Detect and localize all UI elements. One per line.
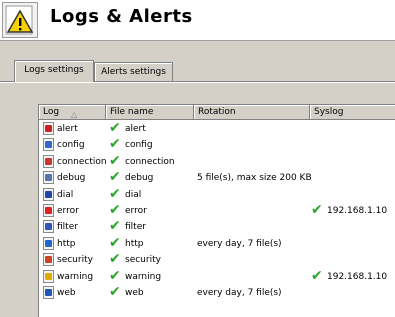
logs-grid: Log △ File name Rotation Syslog alert ✔ al… xyxy=(38,104,395,317)
dial-icon xyxy=(43,187,54,201)
file-name-cell: config xyxy=(125,140,153,151)
syslog-check-icon[interactable]: ✔ xyxy=(311,268,323,284)
tab-alerts-settings[interactable]: Alerts settings xyxy=(94,62,173,81)
check-icon[interactable]: ✔ xyxy=(109,251,121,267)
warning-icon xyxy=(2,2,38,38)
error-icon xyxy=(43,204,54,217)
log-name-cell: connection xyxy=(57,156,107,167)
debug-icon xyxy=(43,171,54,185)
file-name-cell: alert xyxy=(125,124,146,134)
check-icon[interactable]: ✔ xyxy=(109,284,121,300)
table-row[interactable]: error ✔ error ✔ 192.168.1.10 xyxy=(39,202,395,219)
column-header-file-name[interactable]: File name xyxy=(106,105,194,120)
web-icon xyxy=(43,286,54,299)
file-name-cell: error xyxy=(125,206,147,216)
file-name-cell: connection xyxy=(125,156,175,167)
tab-logs-settings[interactable]: Logs settings xyxy=(14,60,94,82)
log-name-cell: filter xyxy=(57,222,78,233)
column-header-rotation[interactable]: Rotation xyxy=(194,105,310,120)
log-name-cell: security xyxy=(57,255,93,266)
table-row[interactable]: dial ✔ dial xyxy=(39,186,395,203)
check-icon[interactable]: ✔ xyxy=(109,235,121,251)
table-row[interactable]: filter ✔ filter xyxy=(39,218,395,235)
file-name-cell: http xyxy=(125,238,144,249)
table-row[interactable]: connection ✔ connection xyxy=(39,153,395,170)
check-icon[interactable]: ✔ xyxy=(109,120,121,136)
check-icon[interactable]: ✔ xyxy=(109,136,121,152)
syslog-cell: 192.168.1.10 xyxy=(327,206,388,216)
check-icon[interactable]: ✔ xyxy=(109,186,121,202)
check-icon[interactable]: ✔ xyxy=(109,218,121,234)
table-row[interactable]: alert ✔ alert xyxy=(39,120,395,137)
http-icon xyxy=(43,236,54,250)
syslog-cell: 192.168.1.10 xyxy=(327,271,388,282)
rotation-cell: every day, 7 file(s) xyxy=(197,288,282,298)
warning-icon xyxy=(43,269,54,283)
filter-icon xyxy=(43,220,54,234)
file-name-cell: security xyxy=(125,255,161,266)
alert-icon xyxy=(43,122,54,135)
log-name-cell: error xyxy=(57,206,79,216)
table-row[interactable]: warning ✔ warning ✔ 192.168.1.10 xyxy=(39,268,395,285)
table-row[interactable]: http ✔ http every day, 7 file(s) xyxy=(39,235,395,252)
check-icon[interactable]: ✔ xyxy=(109,153,121,169)
log-name-cell: web xyxy=(57,288,76,298)
check-icon[interactable]: ✔ xyxy=(109,169,121,185)
page-title: Logs & Alerts xyxy=(50,6,193,27)
file-name-cell: dial xyxy=(125,189,142,200)
sort-ascending-icon: △ xyxy=(71,110,78,119)
log-name-cell: alert xyxy=(57,124,78,134)
connection-icon xyxy=(43,154,54,168)
table-row[interactable]: security ✔ security xyxy=(39,251,395,268)
log-name-cell: warning xyxy=(57,271,94,282)
column-header-syslog[interactable]: Syslog xyxy=(310,105,395,120)
rotation-cell: 5 file(s), max size 200 KB xyxy=(197,173,312,184)
check-icon[interactable]: ✔ xyxy=(109,268,121,284)
column-header-log[interactable]: Log △ xyxy=(39,105,106,120)
table-row[interactable]: config ✔ config xyxy=(39,136,395,153)
log-name-cell: http xyxy=(57,238,76,249)
page-header: Logs & Alerts xyxy=(0,0,395,41)
syslog-check-icon[interactable]: ✔ xyxy=(311,202,323,218)
file-name-cell: web xyxy=(125,288,144,298)
config-icon xyxy=(43,138,54,152)
log-name-cell: dial xyxy=(57,189,74,200)
file-name-cell: filter xyxy=(125,222,146,233)
table-row[interactable]: debug ✔ debug 5 file(s), max size 200 KB xyxy=(39,169,395,186)
file-name-cell: debug xyxy=(125,173,154,184)
rotation-cell: every day, 7 file(s) xyxy=(197,238,282,249)
security-icon xyxy=(43,253,54,267)
file-name-cell: warning xyxy=(125,271,162,282)
log-name-cell: config xyxy=(57,140,85,151)
log-name-cell: debug xyxy=(57,173,86,184)
table-row[interactable]: web ✔ web every day, 7 file(s) xyxy=(39,284,395,301)
check-icon[interactable]: ✔ xyxy=(109,202,121,218)
